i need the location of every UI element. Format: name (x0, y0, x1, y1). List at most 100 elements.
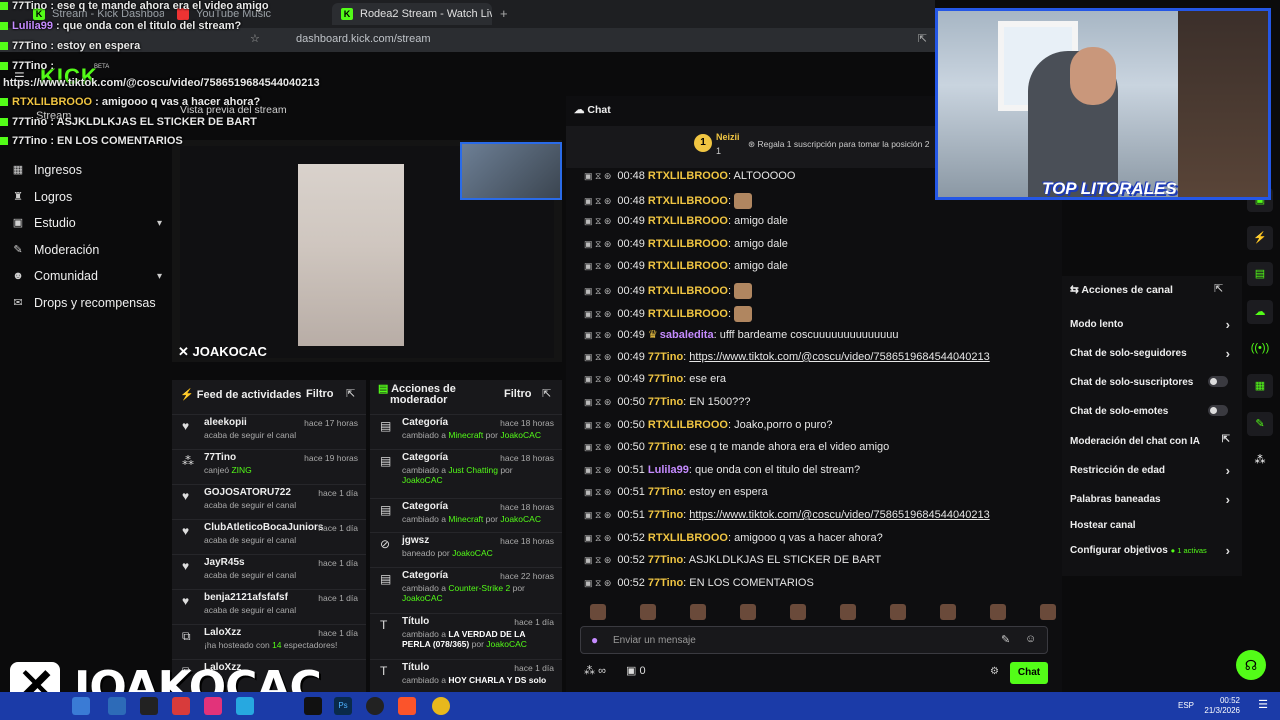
chat-username[interactable]: RTXLILBROOO (648, 195, 728, 207)
help-chat-button[interactable]: ☊ (1236, 650, 1266, 680)
chat-username[interactable]: 77Tino (648, 577, 683, 589)
chat-bubble-icon[interactable]: ☁ (1247, 300, 1273, 324)
action-solo-suscriptores[interactable]: Chat de solo-suscriptores (1070, 376, 1234, 388)
mod-tools-icon[interactable]: ▣ ⧖ ⊛ (584, 239, 611, 249)
new-tab-button[interactable]: + (500, 6, 508, 21)
input-language[interactable]: ESP (1178, 701, 1194, 710)
action-configurar-objetivos[interactable]: Configurar objetivos ● 1 activas › (1070, 543, 1234, 558)
chat-send-button[interactable]: Chat (1010, 662, 1048, 684)
chat-username[interactable]: RTXLILBROOO (648, 238, 728, 250)
app-icon[interactable] (204, 697, 222, 715)
chat-link[interactable]: https://www.tiktok.com/@coscu/video/7586… (689, 351, 989, 363)
stream-preview[interactable]: ✕ JOAKOCAC (172, 140, 562, 362)
gift-counter[interactable]: ▣ 0 (626, 664, 646, 677)
sidebar-item-logros[interactable]: ♜ Logros (12, 188, 162, 206)
action-palabras-baneadas[interactable]: Palabras baneadas › (1070, 492, 1234, 507)
broadcast-icon[interactable]: ((•)) (1247, 336, 1273, 360)
mod-tools-icon[interactable]: ▣ ⧖ ⊛ (584, 171, 611, 181)
action-solo-seguidores[interactable]: Chat de solo-seguidores › (1070, 346, 1234, 361)
notification-icon[interactable]: ☰ (1258, 698, 1268, 711)
action-solo-emotes[interactable]: Chat de solo-emotes (1070, 405, 1234, 417)
system-clock[interactable]: 00:52 21/3/2026 (1204, 696, 1240, 716)
epic-games-icon[interactable] (304, 697, 322, 715)
emote-icon[interactable] (940, 604, 956, 620)
emote-icon[interactable] (740, 604, 756, 620)
emote-icon[interactable] (690, 604, 706, 620)
mod-tools-icon[interactable]: ▣ ⧖ ⊛ (584, 352, 611, 362)
toggle-switch[interactable] (1208, 405, 1228, 416)
app-icon[interactable] (172, 697, 190, 715)
sidebar-item-drops[interactable]: ✉ Drops y recompensas (12, 294, 162, 312)
app-icon[interactable] (108, 697, 126, 715)
mod-tools-icon[interactable]: ▣ ⧖ ⊛ (584, 555, 611, 565)
toggle-switch[interactable] (1208, 376, 1228, 387)
emote-icon[interactable] (590, 604, 606, 620)
chat-username[interactable]: RTXLILBROOO (648, 532, 728, 544)
popout-icon[interactable]: ⇱ (1214, 282, 1223, 295)
mod-tools-icon[interactable]: ▣ ⧖ ⊛ (584, 420, 611, 430)
emote-icon[interactable] (640, 604, 656, 620)
mod-tools-icon[interactable]: ▣ ⧖ ⊛ (584, 196, 611, 206)
chat-link[interactable]: https://www.tiktok.com/@coscu/video/7586… (689, 509, 989, 521)
chat-message-input[interactable]: ● Enviar un mensaje ✎ ☺ (580, 626, 1048, 654)
mod-tools-icon[interactable]: ▣ ⧖ ⊛ (584, 487, 611, 497)
chat-username[interactable]: 77Tino (648, 486, 683, 498)
chat-username[interactable]: RTXLILBROOO (648, 308, 728, 320)
chat-username[interactable]: 77Tino (648, 351, 683, 363)
sidebar-item-moderacion[interactable]: ✎ Moderación (12, 241, 162, 259)
points-icon[interactable]: ⁂ (1247, 448, 1273, 472)
sidebar-item-comunidad[interactable]: ☻ Comunidad ▾ (12, 267, 162, 285)
mod-tools-icon[interactable]: ▣ ⧖ ⊛ (584, 330, 611, 340)
emote-icon[interactable] (840, 604, 856, 620)
photoshop-icon[interactable]: Ps (334, 697, 352, 715)
mod-list-icon[interactable]: ▦ (1247, 374, 1273, 398)
popout-icon[interactable]: ⇱ (542, 387, 551, 400)
app-icon[interactable] (140, 697, 158, 715)
chrome-icon[interactable] (432, 697, 450, 715)
mod-tools-icon[interactable]: ▣ ⧖ ⊛ (584, 397, 611, 407)
emote-icon[interactable] (1040, 604, 1056, 620)
chat-username[interactable]: 77Tino (648, 373, 683, 385)
emote-picker-icon[interactable]: ✎ (1001, 633, 1010, 646)
mod-tools-icon[interactable]: ▣ ⧖ ⊛ (584, 374, 611, 384)
chat-username[interactable]: RTXLILBROOO (648, 215, 728, 227)
chat-username[interactable]: Lulila99 (648, 464, 689, 476)
sidebar-item-estudio[interactable]: ▣ Estudio ▾ (12, 214, 162, 232)
lightning-icon[interactable]: ⚡ (1247, 226, 1273, 250)
channel-points[interactable]: ⁂ ∞ (584, 664, 606, 677)
chat-settings-icon[interactable]: ⚙ (990, 666, 999, 677)
mod-tools-icon[interactable]: ▣ ⧖ ⊛ (584, 465, 611, 475)
chat-username[interactable]: 77Tino (648, 509, 683, 521)
mod-tools-icon[interactable]: ▣ ⧖ ⊛ (584, 442, 611, 452)
emote-icon[interactable] (890, 604, 906, 620)
file-explorer-icon[interactable] (72, 697, 90, 715)
chat-username[interactable]: RTXLILBROOO (648, 285, 728, 297)
mic-icon[interactable]: ● (591, 633, 598, 647)
chat-username[interactable]: RTXLILBROOO (648, 260, 728, 272)
popout-icon[interactable]: ⇱ (346, 387, 355, 400)
mod-tools-icon[interactable]: ▣ ⧖ ⊛ (584, 578, 611, 588)
obs-icon[interactable] (366, 697, 384, 715)
mod-tools-icon[interactable]: ▣ ⧖ ⊛ (584, 216, 611, 226)
smiley-icon[interactable]: ☺ (1025, 633, 1036, 645)
chat-username[interactable]: 77Tino (648, 554, 683, 566)
action-restriccion-edad[interactable]: Restricción de edad › (1070, 463, 1234, 478)
chat-username[interactable]: sabaledita (660, 329, 714, 341)
app-icon[interactable] (236, 697, 254, 715)
tab-kick-stream[interactable]: KRodea2 Stream - Watch Live on K (332, 3, 492, 25)
action-moderacion-ia[interactable]: Moderación del chat con IA ⇱ (1070, 434, 1234, 447)
action-hostear-canal[interactable]: Hostear canal (1070, 520, 1234, 531)
emote-icon[interactable] (990, 604, 1006, 620)
gifter-name[interactable]: Neizii (716, 132, 740, 142)
chat-username[interactable]: RTXLILBROOO (648, 170, 728, 182)
emote-icon[interactable] (790, 604, 806, 620)
document-icon[interactable]: ▤ (1247, 262, 1273, 286)
mod-tools-icon[interactable]: ▣ ⧖ ⊛ (584, 510, 611, 520)
activity-feed-filter[interactable]: Filtro (306, 388, 334, 400)
brave-icon[interactable] (398, 697, 416, 715)
chat-username[interactable]: 77Tino (648, 441, 683, 453)
action-modo-lento[interactable]: Modo lento › (1070, 317, 1234, 332)
mod-tools-icon[interactable]: ▣ ⧖ ⊛ (584, 286, 611, 296)
mod-tools-icon[interactable]: ▣ ⧖ ⊛ (584, 261, 611, 271)
mod-actions-filter[interactable]: Filtro (504, 388, 532, 400)
